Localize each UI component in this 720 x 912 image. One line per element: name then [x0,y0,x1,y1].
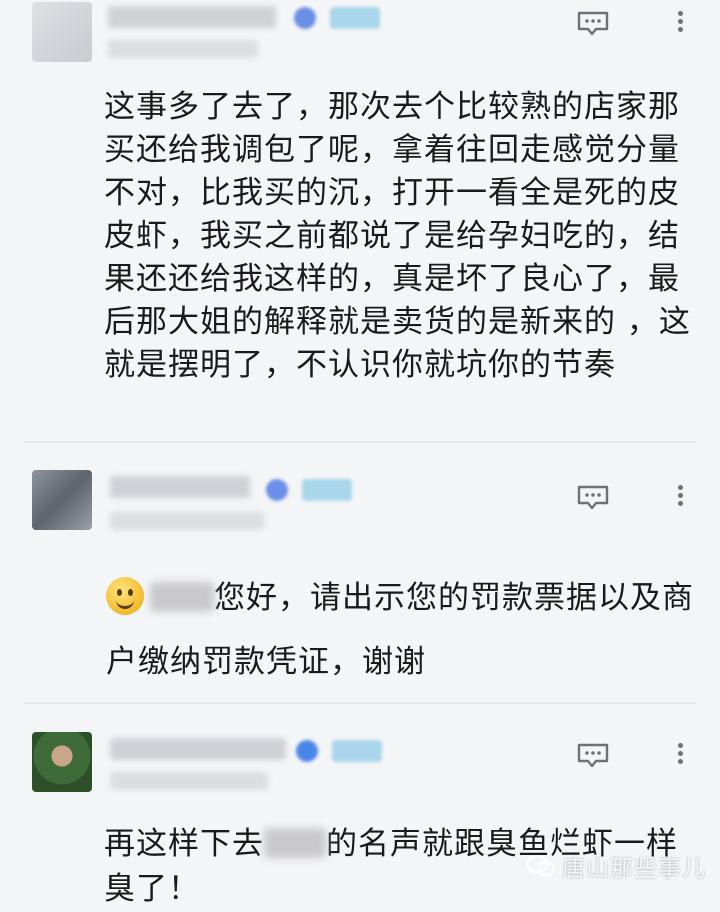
comment-time [110,512,264,530]
comment-text: 您好，请出示您的罚款票据以及商户缴纳罚款凭证，谢谢 [106,566,706,694]
wechat-icon [526,855,555,877]
smiley-icon [106,577,144,615]
watermark: 唐山那些事儿 [526,849,706,883]
author-name[interactable] [108,6,276,28]
comment-bubble-icon[interactable] [576,10,610,36]
divider [24,441,696,443]
author-name[interactable] [110,738,286,760]
comment-item: 这事多了去了，那次去个比较熟的店家那买还给我调包了呢，拿着往回走感觉分量不对，比… [0,0,720,440]
more-vertical-icon[interactable] [674,8,686,38]
comment-bubble-icon[interactable] [576,484,610,510]
avatar[interactable] [32,732,92,792]
more-vertical-icon[interactable] [674,740,686,770]
more-vertical-icon[interactable] [674,482,686,512]
avatar[interactable] [32,2,92,62]
level-badge [330,7,380,29]
comment-time [110,772,268,790]
divider [24,702,696,704]
redacted-text [150,582,214,612]
comment-bubble-icon[interactable] [576,742,610,768]
verified-badge-icon [294,7,316,29]
avatar[interactable] [32,470,92,530]
author-name[interactable] [110,476,250,498]
verified-badge-icon [296,740,318,762]
redacted-text [264,828,326,858]
level-badge [302,479,352,501]
comment-time [108,40,258,58]
comment-text: 这事多了去了，那次去个比较熟的店家那买还给我调包了呢，拿着往回走感觉分量不对，比… [104,89,691,383]
level-badge [332,740,382,762]
verified-badge-icon [266,479,288,501]
